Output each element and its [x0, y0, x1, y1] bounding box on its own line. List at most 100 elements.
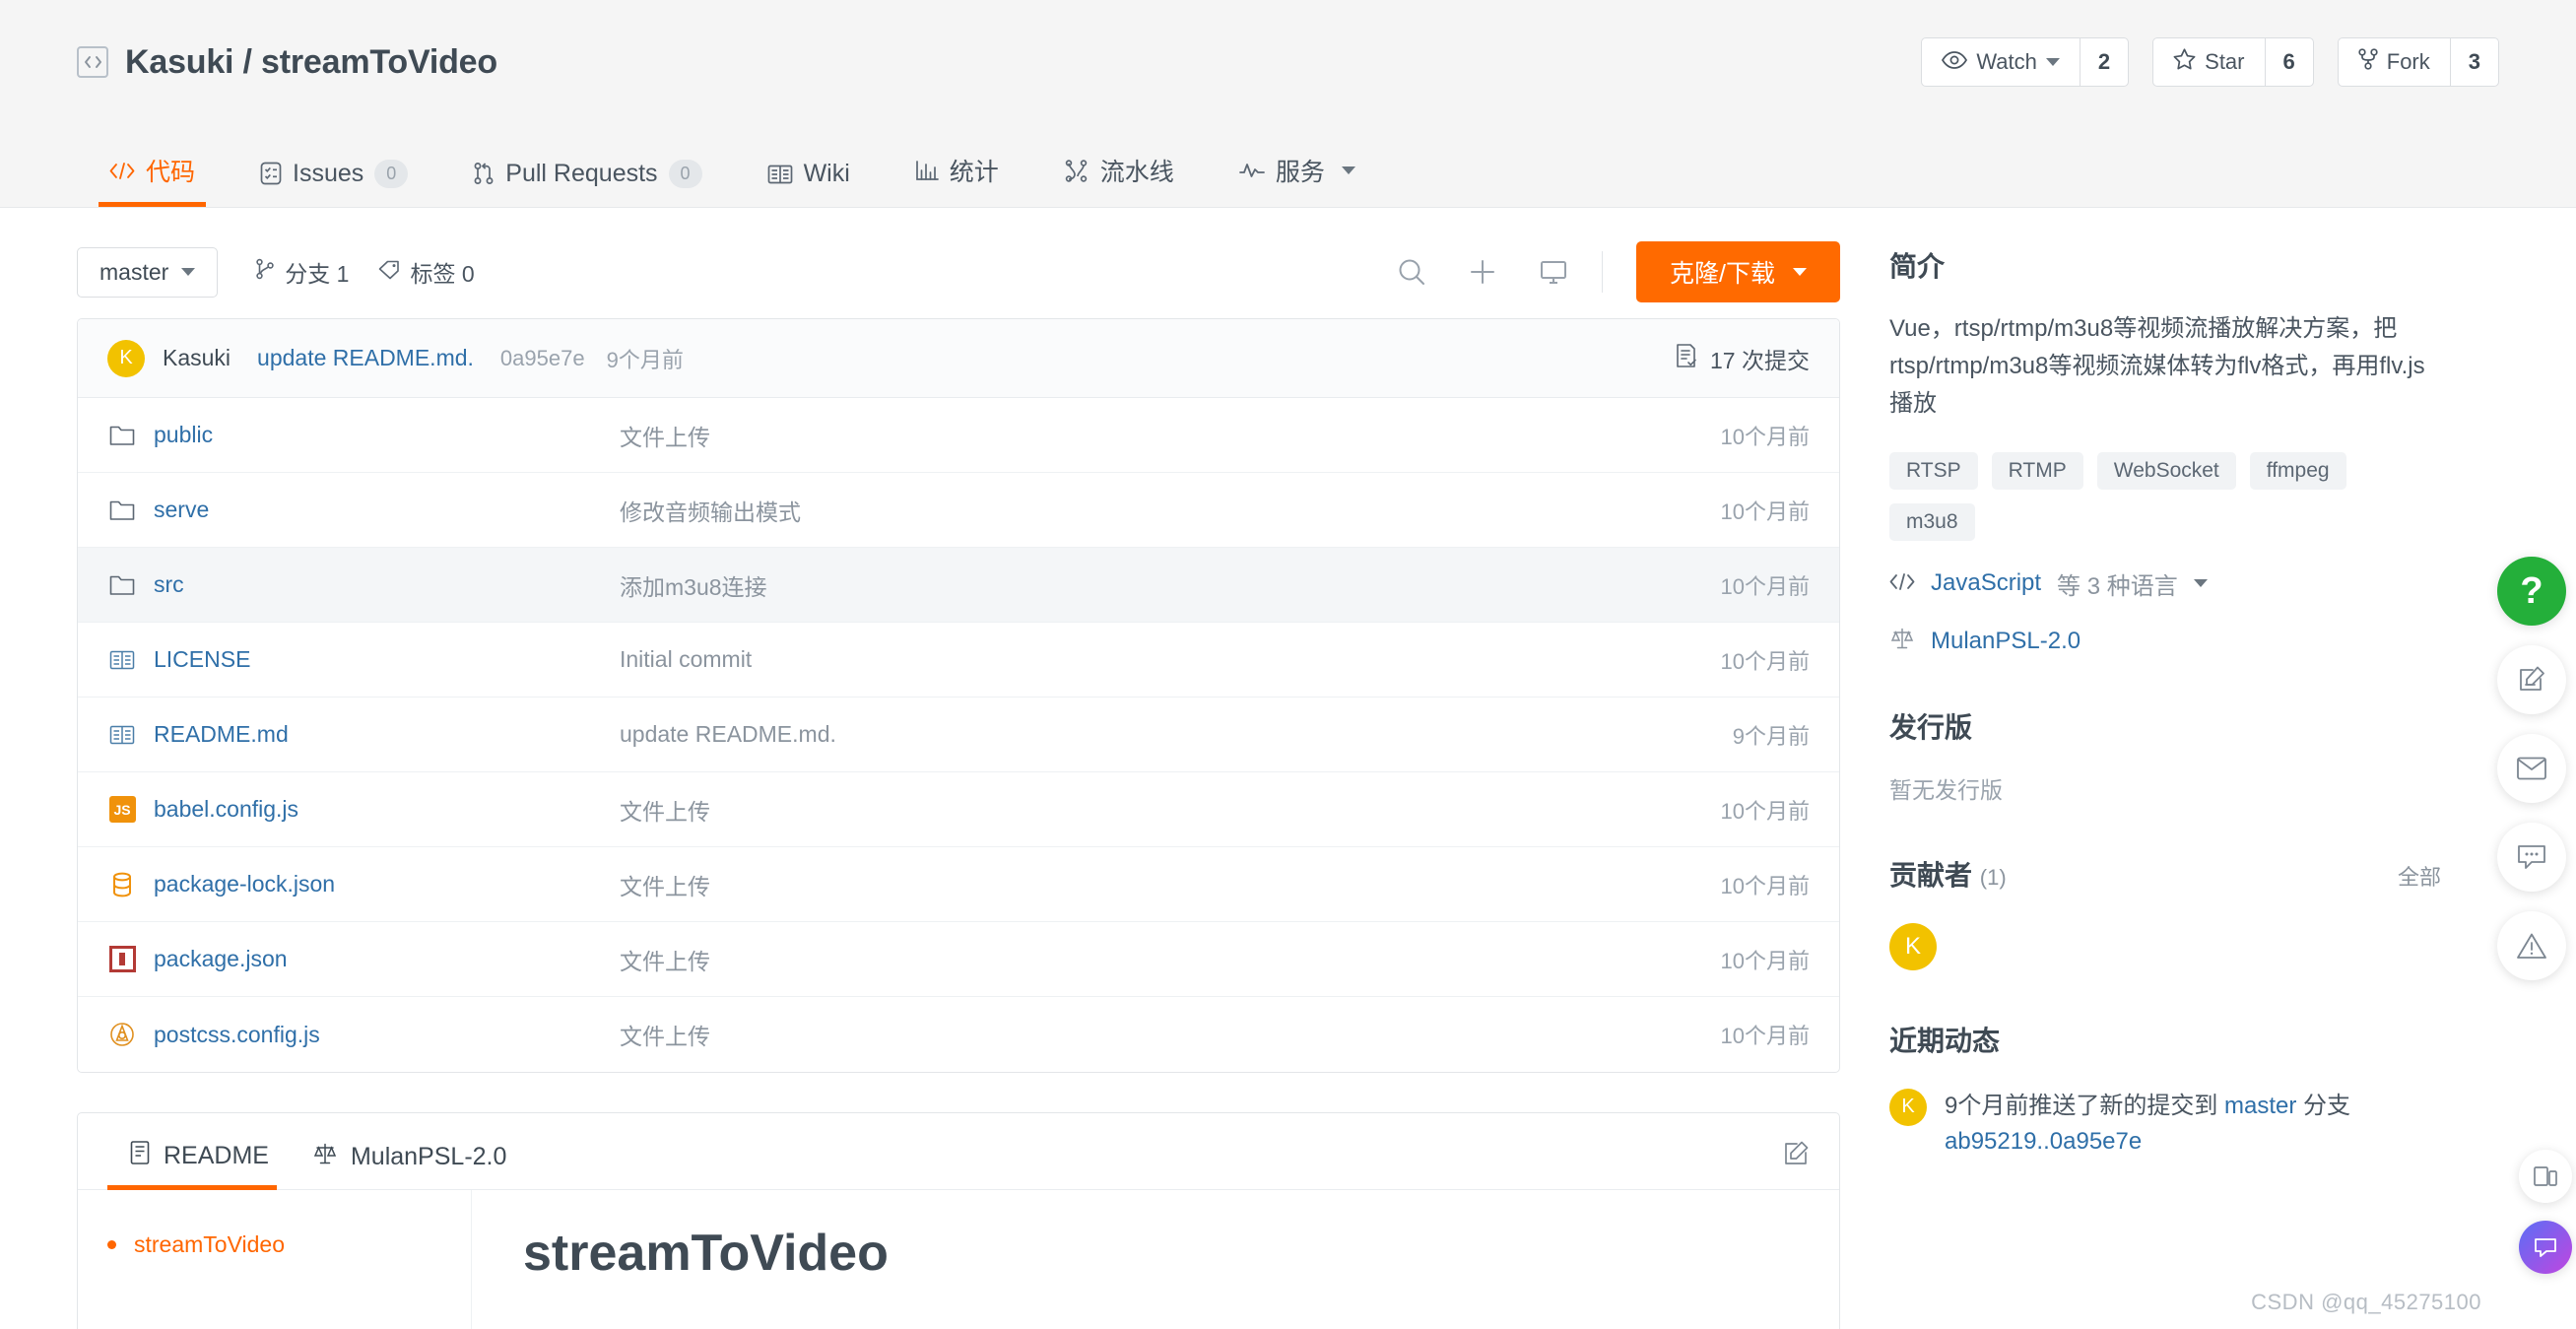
file-name[interactable]: postcss.config.js	[154, 1022, 320, 1048]
chat-icon[interactable]	[2497, 823, 2566, 892]
tab-wiki[interactable]: Wiki	[735, 160, 883, 207]
tab-service[interactable]: 服务	[1207, 153, 1388, 207]
help-question-icon[interactable]: ?	[2497, 557, 2566, 626]
branches-link[interactable]: 分支 1	[255, 255, 349, 289]
file-name[interactable]: babel.config.js	[154, 796, 298, 823]
file-name[interactable]: public	[154, 422, 213, 448]
mail-icon[interactable]	[2497, 734, 2566, 803]
watch-button-group[interactable]: Watch 2	[1921, 37, 2130, 87]
tab-code-label: 代码	[146, 159, 196, 186]
watch-button[interactable]: Watch	[1922, 38, 2080, 86]
topic-tags: RTSP RTMP WebSocket ffmpeg m3u8	[1889, 451, 2441, 541]
fork-button[interactable]: Fork	[2339, 38, 2450, 86]
table-row[interactable]: src 添加m3u8连接 10个月前	[78, 548, 1839, 623]
table-row[interactable]: public 文件上传 10个月前	[78, 398, 1839, 473]
file-commit-message[interactable]: 文件上传	[620, 943, 1622, 976]
releases-title: 发行版	[1889, 711, 1973, 743]
warning-icon[interactable]	[2497, 911, 2566, 980]
file-name[interactable]: src	[154, 571, 184, 598]
file-browser-panel: K Kasuki update README.md. 0a95e7e 9个月前 …	[77, 318, 1840, 1073]
list-item[interactable]: streamToVideo	[107, 1231, 441, 1258]
commits-count-link[interactable]: 17 次提交	[1675, 342, 1810, 375]
commit-time: 9个月前	[606, 347, 684, 372]
branch-selector[interactable]: master	[77, 246, 219, 298]
topic-tag[interactable]: RTSP	[1889, 451, 1978, 490]
fork-icon	[2358, 48, 2378, 76]
avatar[interactable]: K	[107, 339, 145, 377]
file-commit-message[interactable]: 修改音频输出模式	[620, 494, 1622, 527]
monitor-icon[interactable]	[1539, 258, 1568, 286]
branch-icon	[255, 258, 275, 286]
repo-name[interactable]: streamToVideo	[261, 43, 497, 81]
topic-tag[interactable]: ffmpeg	[2249, 451, 2346, 490]
file-name[interactable]: LICENSE	[154, 646, 250, 673]
plus-icon[interactable]	[1468, 257, 1497, 287]
contributors-all-link[interactable]: 全部	[2398, 860, 2441, 892]
fork-count[interactable]: 3	[2449, 38, 2498, 86]
file-commit-message[interactable]: 文件上传	[620, 1018, 1622, 1051]
tab-license[interactable]: MulanPSL-2.0	[291, 1142, 528, 1189]
file-commit-message[interactable]: 文件上传	[620, 793, 1622, 827]
topic-tag[interactable]: RTMP	[1991, 451, 2083, 490]
commit-author[interactable]: Kasuki	[163, 345, 231, 371]
tab-readme[interactable]: README	[107, 1140, 291, 1190]
topic-tag[interactable]: WebSocket	[2096, 451, 2236, 490]
edit-icon[interactable]	[1782, 1140, 1810, 1189]
watch-count[interactable]: 2	[2079, 38, 2128, 86]
tab-code[interactable]: 代码	[77, 153, 228, 207]
tab-pipeline[interactable]: 流水线	[1031, 153, 1207, 207]
feedback-edit-icon[interactable]	[2497, 645, 2566, 714]
file-commit-time: 10个月前	[1720, 648, 1810, 674]
file-commit-message[interactable]: 文件上传	[620, 868, 1622, 901]
releases-section: 发行版 暂无发行版	[1889, 706, 2441, 805]
repo-owner[interactable]: Kasuki	[125, 43, 233, 81]
avatar[interactable]: K	[1889, 1088, 1927, 1126]
pull-request-icon	[473, 162, 495, 185]
clone-download-button[interactable]: 克隆/下载	[1636, 241, 1840, 302]
contributors-title: 贡献者 (1)	[1889, 854, 2007, 894]
chevron-down-icon[interactable]	[2193, 579, 2208, 588]
file-commit-message[interactable]: 添加m3u8连接	[620, 568, 1622, 602]
avatar[interactable]: K	[1889, 922, 1937, 970]
license-name[interactable]: MulanPSL-2.0	[1931, 628, 2081, 655]
activity-text-after: 分支	[2296, 1092, 2351, 1119]
file-name[interactable]: README.md	[154, 721, 289, 748]
search-icon[interactable]	[1397, 257, 1426, 287]
commit-hash[interactable]: 0a95e7e	[500, 346, 585, 371]
star-button-group[interactable]: Star 6	[2152, 37, 2314, 87]
star-count[interactable]: 6	[2264, 38, 2313, 86]
table-row[interactable]: package.json 文件上传 10个月前	[78, 922, 1839, 997]
file-commit-time: 10个月前	[1720, 573, 1810, 599]
commit-message[interactable]: update README.md.	[257, 345, 474, 371]
activity-hash-link[interactable]: ab95219..0a95e7e	[1945, 1128, 2142, 1155]
file-name[interactable]: package-lock.json	[154, 871, 335, 897]
book-icon	[107, 720, 137, 750]
file-commit-message[interactable]: update README.md.	[620, 721, 1622, 748]
topic-tag[interactable]: m3u8	[1889, 502, 1975, 541]
star-button[interactable]: Star	[2153, 38, 2264, 86]
language-name[interactable]: JavaScript	[1931, 569, 2041, 597]
assistant-icon[interactable]	[2519, 1221, 2572, 1274]
tab-statistics[interactable]: 统计	[883, 153, 1031, 207]
license-scale-icon	[1889, 627, 1915, 657]
table-row[interactable]: serve 修改音频输出模式 10个月前	[78, 473, 1839, 548]
file-commit-time: 10个月前	[1720, 1024, 1810, 1048]
branches-label: 分支 1	[285, 261, 350, 287]
file-name[interactable]: serve	[154, 497, 209, 523]
tags-link[interactable]: 标签 0	[378, 255, 475, 289]
device-preview-icon[interactable]	[2519, 1150, 2572, 1203]
file-name[interactable]: package.json	[154, 946, 288, 972]
table-row[interactable]: postcss.config.js 文件上传 10个月前	[78, 997, 1839, 1072]
fork-button-group[interactable]: Fork 3	[2337, 37, 2499, 87]
table-row[interactable]: LICENSE Initial commit 10个月前	[78, 623, 1839, 698]
folder-icon	[107, 496, 137, 525]
file-commit-message[interactable]: Initial commit	[620, 646, 1622, 673]
tab-pull-requests[interactable]: Pull Requests 0	[440, 159, 734, 207]
branch-selector-label: master	[99, 258, 169, 285]
table-row[interactable]: JS babel.config.js 文件上传 10个月前	[78, 772, 1839, 847]
tab-issues[interactable]: Issues 0	[228, 159, 440, 207]
table-row[interactable]: README.md update README.md. 9个月前	[78, 698, 1839, 772]
activity-branch-link[interactable]: master	[2224, 1093, 2296, 1119]
table-row[interactable]: package-lock.json 文件上传 10个月前	[78, 847, 1839, 922]
file-commit-message[interactable]: 文件上传	[620, 419, 1622, 452]
